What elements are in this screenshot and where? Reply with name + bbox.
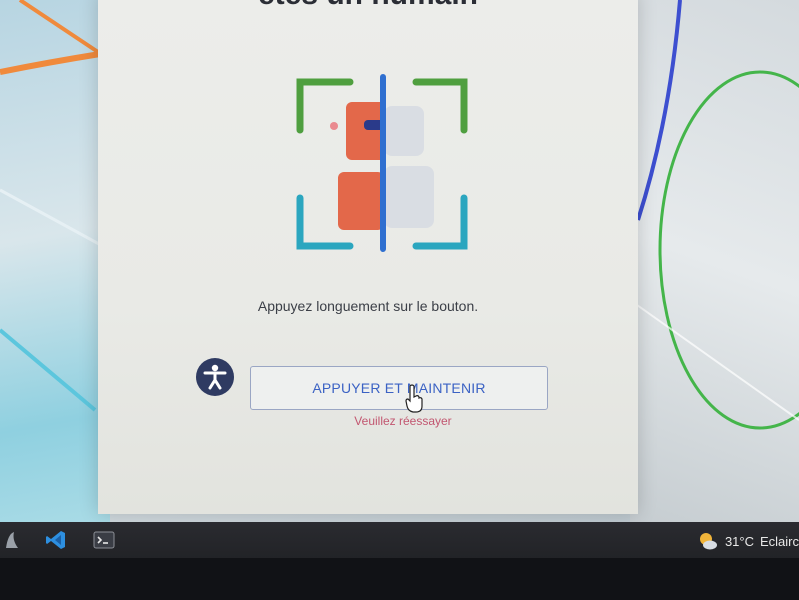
monitor-bezel: [0, 558, 799, 600]
wallpaper-shapes-left: [0, 0, 111, 412]
hand-cursor-icon: [404, 384, 424, 414]
desktop-background: etes un humain: [0, 0, 799, 522]
robot-scan-illustration: [288, 70, 478, 260]
terminal-icon[interactable]: [92, 528, 116, 552]
accessibility-icon: [203, 364, 227, 390]
vscode-icon[interactable]: [44, 528, 68, 552]
weather-condition: Eclairc: [759, 533, 799, 549]
weather-widget[interactable]: 31°C Eclairc: [697, 530, 799, 552]
wallpaper-shapes-right: [629, 0, 799, 430]
weather-temperature: 31°C: [724, 533, 754, 549]
wallpaper-right: [629, 0, 799, 522]
accessibility-button[interactable]: [196, 358, 234, 396]
wallpaper-left: [0, 0, 111, 522]
taskbar: 31°C Eclairc: [0, 522, 799, 558]
partly-cloudy-icon: [699, 533, 717, 550]
screen: etes un humain: [0, 0, 799, 600]
dialog-title: etes un humain: [98, 0, 638, 12]
error-message: Veuillez réessayer: [354, 414, 452, 428]
press-and-hold-button[interactable]: APPUYER ET MAINTENIR: [250, 366, 548, 410]
captcha-dialog: etes un humain: [98, 0, 638, 514]
instruction-text: Appuyez longuement sur le bouton.: [257, 298, 479, 314]
app-icon[interactable]: [0, 528, 24, 552]
